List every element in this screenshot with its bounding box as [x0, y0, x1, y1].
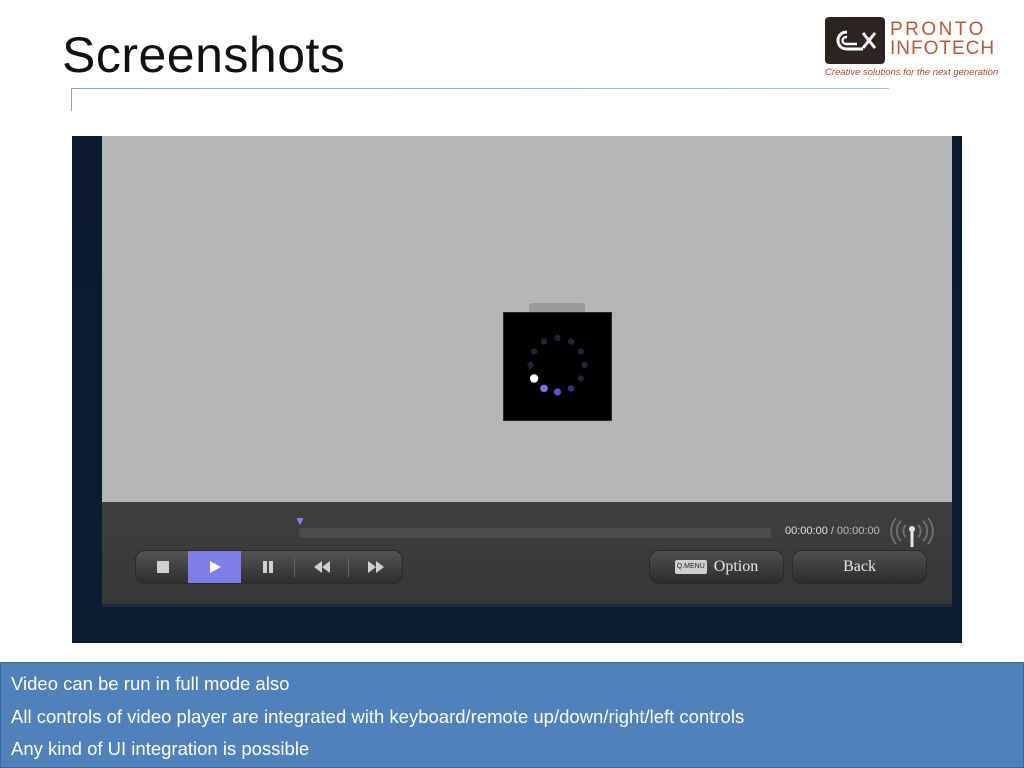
spinner-icon	[527, 334, 588, 396]
loading-spinner	[503, 312, 612, 421]
fast-forward-button[interactable]	[349, 551, 402, 583]
stop-icon	[156, 561, 169, 573]
caption-line: Video can be run in full mode also	[11, 673, 290, 694]
panel-shadow	[102, 604, 952, 607]
spinner-dot	[554, 334, 561, 342]
company-logo: PRONTO INFOTECH Creative solutions for t…	[824, 16, 1004, 80]
player-control-panel: ▼ 00:00:00/00:00:00 Q.MENU Option Back	[102, 502, 952, 604]
caption-line: Any kind of UI integration is possible	[11, 738, 310, 759]
logo-name-line1: PRONTO	[890, 19, 986, 40]
caption-line: All controls of video player are integra…	[11, 706, 745, 727]
spinner-dot	[553, 388, 562, 396]
signal-icon	[890, 517, 934, 547]
logo-mark-icon	[825, 17, 885, 64]
title-underline	[71, 88, 889, 89]
logo-name-line2: INFOTECH	[890, 38, 996, 59]
q-menu-key-icon: Q.MENU	[674, 560, 707, 574]
spinner-dot	[567, 385, 575, 392]
spinner-dot	[577, 375, 585, 382]
spinner-dot	[530, 348, 538, 355]
play-icon	[209, 561, 221, 573]
spinner-dot	[527, 361, 534, 369]
video-viewport[interactable]	[102, 136, 952, 502]
option-label: Option	[713, 558, 759, 575]
pause-icon	[262, 561, 273, 573]
transport-controls	[135, 550, 403, 584]
caption-box: Video can be run in full mode also All c…	[0, 662, 1024, 768]
time-total: 00:00:00	[836, 525, 880, 537]
time-display: 00:00:00/00:00:00	[785, 525, 880, 537]
pause-button[interactable]	[241, 551, 294, 583]
rewind-button[interactable]	[295, 551, 348, 583]
spinner-dot	[529, 374, 539, 383]
spinner-dot	[540, 338, 548, 345]
fast-forward-icon	[367, 561, 384, 573]
back-label: Back	[843, 558, 876, 575]
spinner-dot	[581, 361, 588, 369]
stop-button[interactable]	[136, 551, 189, 583]
play-button[interactable]	[188, 551, 241, 583]
logo-tagline: Creative solutions for the next generati…	[825, 67, 999, 78]
seek-bar[interactable]	[299, 528, 771, 538]
slide-title: Screenshots	[62, 27, 346, 83]
spinner-dot	[540, 384, 548, 393]
seek-position-icon[interactable]: ▼	[294, 514, 306, 528]
logo-wordmark: PRONTO INFOTECH	[890, 20, 995, 58]
time-separator: /	[830, 525, 834, 537]
video-player-screenshot: ▼ 00:00:00/00:00:00 Q.MENU Option Back	[72, 136, 962, 643]
spinner-dot	[567, 338, 575, 345]
back-button[interactable]: Back	[792, 550, 927, 584]
title-underline-tick	[71, 88, 72, 111]
option-button[interactable]: Q.MENU Option	[649, 550, 784, 584]
rewind-icon	[313, 561, 330, 573]
time-current: 00:00:00	[785, 525, 828, 537]
spinner-dot	[577, 348, 585, 355]
